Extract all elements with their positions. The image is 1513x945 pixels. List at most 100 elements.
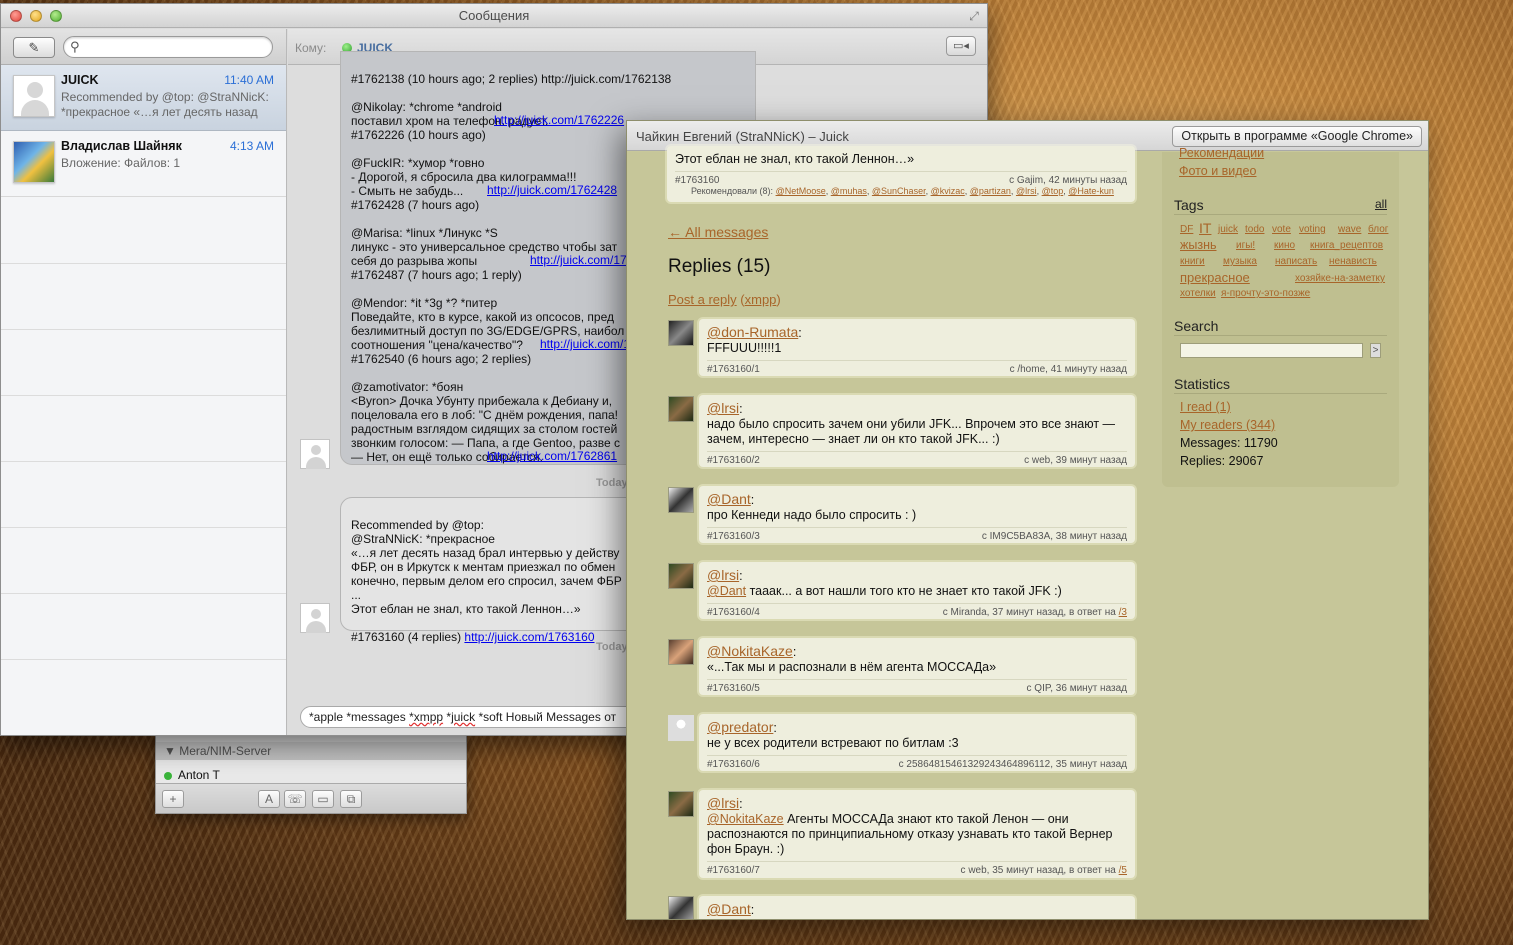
tag-link[interactable]: музыка bbox=[1223, 256, 1257, 267]
minimize-icon[interactable] bbox=[30, 10, 42, 22]
message-link[interactable]: http://juick.com/17 bbox=[530, 253, 627, 267]
buddy-group-header[interactable]: ▼ Mera/NIM-Server bbox=[156, 742, 466, 760]
video-chat-icon[interactable]: ▭ bbox=[312, 790, 334, 808]
conversation-item-juick[interactable]: JUICK 11:40 AM Recommended by @top: @Str… bbox=[1, 65, 286, 131]
tag-link[interactable]: блог bbox=[1368, 224, 1388, 235]
message-link[interactable]: http://juick.com/1762226 bbox=[494, 113, 624, 127]
conversation-sidebar: ✎ ⚲ JUICK 11:40 AM Recommended by @top: … bbox=[1, 29, 287, 735]
reply-author[interactable]: @NokitaKaze bbox=[707, 643, 793, 659]
audio-chat-icon[interactable]: ☏ bbox=[284, 790, 306, 808]
video-call-button[interactable]: ▭◂ bbox=[946, 36, 976, 56]
recommender-link[interactable]: @partizan bbox=[970, 186, 1011, 196]
compose-button[interactable]: ✎ bbox=[13, 37, 55, 58]
post-id[interactable]: #1763160 bbox=[675, 175, 720, 186]
message-link[interactable]: http://juick.com/1 bbox=[540, 337, 630, 351]
conversation-name: JUICK bbox=[61, 73, 99, 87]
zoom-icon[interactable] bbox=[50, 10, 62, 22]
tag-link[interactable]: жызнь bbox=[1180, 238, 1217, 252]
reply-author[interactable]: @lrsi bbox=[707, 795, 739, 811]
reply-author[interactable]: @predator bbox=[707, 719, 773, 735]
search-box[interactable]: ⚲ bbox=[63, 36, 273, 58]
avatar[interactable] bbox=[668, 396, 694, 422]
reply-to-link[interactable]: /3 bbox=[1119, 607, 1127, 618]
tag-link[interactable]: voting bbox=[1299, 224, 1326, 235]
avatar[interactable] bbox=[668, 320, 694, 346]
search-input[interactable] bbox=[86, 39, 266, 55]
tag-link[interactable]: ненависть bbox=[1329, 256, 1377, 267]
reply-id[interactable]: #1763160/1 bbox=[707, 364, 760, 375]
conversation-item-vladislav[interactable]: Владислав Шайняк 4:13 AM Вложение: Файло… bbox=[1, 131, 286, 197]
recommender-link[interactable]: @SunChaser bbox=[872, 186, 926, 196]
reply-id[interactable]: #1763160/2 bbox=[707, 455, 760, 466]
open-in-chrome-button[interactable]: Открыть в программе «Google Chrome» bbox=[1172, 126, 1422, 147]
tag-link[interactable]: написать bbox=[1275, 256, 1317, 267]
tag-link[interactable]: игы! bbox=[1236, 240, 1255, 251]
text-chat-icon[interactable]: A bbox=[258, 790, 280, 808]
reply-source: с web, 39 минут назад bbox=[1024, 455, 1127, 466]
add-contact-button[interactable]: + bbox=[162, 790, 184, 808]
tag-link[interactable]: кино bbox=[1274, 240, 1295, 251]
photo-video-link[interactable]: Фото и видео bbox=[1179, 164, 1256, 178]
avatar bbox=[300, 603, 330, 633]
fullscreen-icon[interactable]: ⤢ bbox=[967, 9, 981, 23]
post-reply-link[interactable]: Post a reply bbox=[668, 292, 737, 307]
message-link[interactable]: http://juick.com/1762428 bbox=[487, 183, 617, 197]
search-go-button[interactable]: > bbox=[1370, 343, 1381, 358]
recommender-link[interactable]: @top bbox=[1042, 186, 1064, 196]
reply-mention[interactable]: @Dant bbox=[707, 584, 746, 598]
reply-author[interactable]: @lrsi bbox=[707, 567, 739, 583]
reply-mention[interactable]: @NokitaKaze bbox=[707, 812, 784, 826]
reply-author[interactable]: @Dant bbox=[707, 491, 751, 507]
message-link[interactable]: http://juick.com/1762861 bbox=[487, 449, 617, 463]
tag-link[interactable]: хозяйке-на-заметку bbox=[1295, 273, 1385, 284]
reply-author[interactable]: @lrsi bbox=[707, 400, 739, 416]
tag-link[interactable]: DF bbox=[1180, 224, 1193, 235]
tag-link[interactable]: книга_рецептов bbox=[1310, 240, 1383, 251]
close-icon[interactable] bbox=[10, 10, 22, 22]
divider bbox=[1174, 335, 1387, 336]
i-read-link[interactable]: I read (1) bbox=[1180, 400, 1231, 414]
conversation-name: Владислав Шайняк bbox=[61, 139, 182, 153]
avatar[interactable] bbox=[668, 487, 694, 513]
tag-link[interactable]: я-прочту-это-позже bbox=[1221, 288, 1310, 299]
avatar[interactable] bbox=[668, 563, 694, 589]
my-readers-link[interactable]: My readers (344) bbox=[1180, 418, 1275, 432]
recommender-link[interactable]: @kvizac bbox=[931, 186, 965, 196]
reply-author[interactable]: @don-Rumata bbox=[707, 324, 798, 340]
reply-id[interactable]: #1763160/7 bbox=[707, 865, 760, 876]
all-messages-link[interactable]: ← All messages bbox=[668, 224, 768, 240]
tag-link[interactable]: juick bbox=[1218, 224, 1238, 235]
recommended-by: Рекомендовали (8): @NetMoose, @muhas, @S… bbox=[691, 186, 1114, 196]
message-link[interactable]: http://juick.com/1763160 bbox=[464, 630, 594, 644]
tag-link[interactable]: хотелки bbox=[1180, 288, 1216, 299]
tag-link[interactable]: IT bbox=[1199, 220, 1211, 236]
recommendations-link[interactable]: Рекомендации bbox=[1179, 146, 1264, 160]
avatar[interactable] bbox=[668, 639, 694, 665]
recommender-link[interactable]: @lrsi bbox=[1016, 186, 1037, 196]
tag-link[interactable]: прекрасное bbox=[1180, 270, 1250, 285]
reply-author[interactable]: @Dant bbox=[707, 901, 751, 917]
tag-link[interactable]: книги bbox=[1180, 256, 1205, 267]
buddy-contact[interactable]: Anton T bbox=[164, 768, 220, 782]
reply-to-link[interactable]: /5 bbox=[1119, 865, 1127, 876]
reply-id[interactable]: #1763160/4 bbox=[707, 607, 760, 618]
all-tags-link[interactable]: all bbox=[1375, 197, 1387, 211]
tag-link[interactable]: todo bbox=[1245, 224, 1264, 235]
input-text: *soft Новый Messages от bbox=[475, 710, 617, 724]
recommender-link[interactable]: @NetMoose bbox=[776, 186, 826, 196]
avatar[interactable] bbox=[668, 791, 694, 817]
buddy-contact-name: Anton T bbox=[178, 768, 220, 782]
reply-id[interactable]: #1763160/6 bbox=[707, 759, 760, 770]
juick-search-input[interactable] bbox=[1180, 343, 1363, 358]
message-input[interactable]: *apple *messages *xmpp *juick *soft Новы… bbox=[300, 706, 640, 728]
reply-id[interactable]: #1763160/3 bbox=[707, 531, 760, 542]
reply-id[interactable]: #1763160/5 bbox=[707, 683, 760, 694]
screen-share-icon[interactable]: ⧉ bbox=[340, 790, 362, 808]
recommender-link[interactable]: @Hate-kun bbox=[1068, 186, 1114, 196]
avatar[interactable] bbox=[668, 715, 694, 741]
recommender-link[interactable]: @muhas bbox=[831, 186, 867, 196]
tag-link[interactable]: vote bbox=[1272, 224, 1291, 235]
tag-link[interactable]: wave bbox=[1338, 224, 1361, 235]
xmpp-link[interactable]: xmpp bbox=[745, 292, 777, 307]
avatar[interactable] bbox=[668, 896, 694, 919]
